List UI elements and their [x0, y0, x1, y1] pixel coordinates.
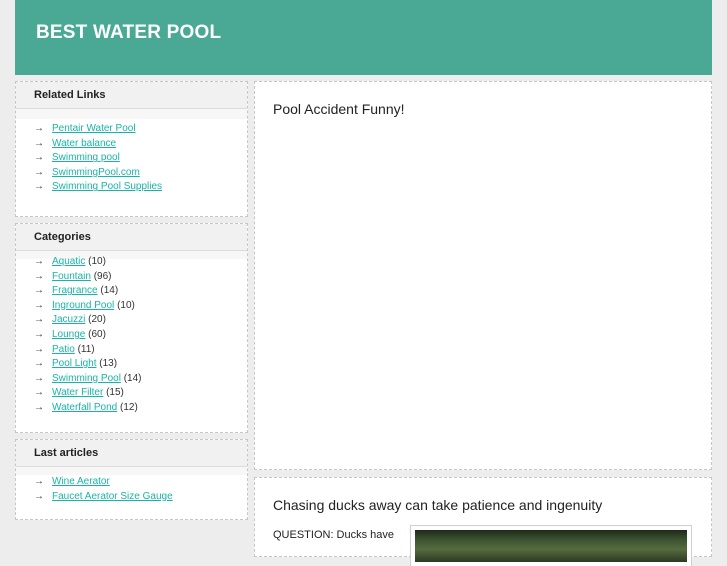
- category-item: → Patio (11): [34, 343, 247, 358]
- related-link[interactable]: Pentair Water Pool: [52, 123, 136, 134]
- category-item: → Pool Light (13): [34, 357, 247, 372]
- arrow-right-icon: →: [34, 181, 44, 193]
- category-count: (15): [106, 387, 124, 399]
- arrow-right-icon: →: [34, 328, 44, 340]
- category-item: → Waterfall Pond (12): [34, 401, 247, 416]
- category-count: (60): [88, 328, 106, 340]
- category-count: (20): [88, 314, 106, 326]
- article-link[interactable]: Wine Aerator: [52, 476, 110, 487]
- list-item: → Faucet Aerator Size Gauge: [34, 490, 247, 505]
- arrow-right-icon: →: [34, 123, 44, 134]
- arrow-right-icon: →: [34, 401, 44, 413]
- list-item: → Swimming Pool Supplies: [34, 180, 247, 195]
- category-count: (12): [120, 401, 138, 413]
- arrow-right-icon: →: [34, 387, 44, 399]
- arrow-right-icon: →: [34, 358, 44, 370]
- category-link[interactable]: Patio: [52, 344, 75, 355]
- list-item: → Water balance: [34, 137, 247, 152]
- category-item: → Fountain (96): [34, 270, 247, 285]
- related-link[interactable]: Water balance: [52, 138, 116, 149]
- category-item: → Lounge (60): [34, 328, 247, 343]
- related-links-heading: Related Links: [16, 82, 247, 109]
- category-count: (96): [93, 270, 112, 282]
- site-header: BEST WATER POOL: [15, 0, 712, 75]
- list-item: → SwimmingPool.com: [34, 166, 247, 181]
- arrow-right-icon: →: [34, 490, 44, 502]
- category-link[interactable]: Inground Pool: [52, 300, 114, 311]
- category-item: → Water Filter (15): [34, 386, 247, 401]
- last-articles-panel: Last articles → Wine Aerator → Faucet Aera…: [15, 439, 248, 520]
- category-link[interactable]: Water Filter: [52, 387, 103, 398]
- related-link[interactable]: Swimming Pool Supplies: [52, 181, 162, 192]
- category-count: (14): [123, 372, 142, 384]
- category-link[interactable]: Waterfall Pond: [52, 402, 117, 413]
- category-link[interactable]: Pool Light: [52, 358, 96, 369]
- category-count: (10): [88, 256, 106, 267]
- post-card: Pool Accident Funny!: [254, 81, 712, 470]
- category-item: → Aquatic (10): [34, 255, 247, 270]
- arrow-right-icon: →: [34, 285, 44, 297]
- category-item: → Jacuzzi (20): [34, 313, 247, 328]
- post-title[interactable]: Chasing ducks away can take patience and…: [273, 497, 602, 513]
- category-count: (11): [77, 343, 95, 355]
- category-link[interactable]: Fountain: [52, 271, 91, 282]
- related-links-panel: Related Links → Pentair Water Pool → Water…: [15, 81, 248, 217]
- arrow-right-icon: →: [34, 476, 44, 487]
- post-excerpt: QUESTION: Ducks have: [273, 529, 395, 541]
- category-item: → Inground Pool (10): [34, 299, 247, 314]
- arrow-right-icon: →: [34, 256, 44, 267]
- category-count: (14): [100, 285, 119, 297]
- arrow-right-icon: →: [34, 314, 44, 326]
- post-image: [411, 526, 691, 566]
- category-item: → Fragrance (14): [34, 284, 247, 299]
- categories-list: → Aquatic (10) → Fountain (96) → Fragrance …: [16, 255, 247, 416]
- category-link[interactable]: Lounge: [52, 329, 85, 340]
- arrow-right-icon: →: [34, 372, 44, 384]
- post-title[interactable]: Pool Accident Funny!: [273, 101, 405, 117]
- categories-panel: Categories → Aquatic (10) → Fountain (96) …: [15, 223, 248, 433]
- category-link[interactable]: Swimming Pool: [52, 373, 121, 384]
- arrow-right-icon: →: [34, 343, 44, 355]
- site-title[interactable]: BEST WATER POOL: [36, 22, 221, 44]
- category-count: (13): [99, 358, 118, 370]
- arrow-right-icon: →: [34, 299, 44, 311]
- category-count: (10): [117, 299, 135, 311]
- arrow-right-icon: →: [34, 166, 44, 178]
- last-articles-list: → Wine Aerator → Faucet Aerator Size Gauge: [16, 475, 247, 504]
- related-link[interactable]: SwimmingPool.com: [52, 167, 140, 178]
- list-item: → Pentair Water Pool: [34, 122, 247, 137]
- arrow-right-icon: →: [34, 152, 44, 164]
- related-link[interactable]: Swimming pool: [52, 152, 120, 163]
- last-articles-heading: Last articles: [16, 440, 247, 467]
- category-link[interactable]: Jacuzzi: [52, 314, 85, 325]
- category-link[interactable]: Aquatic: [52, 256, 85, 267]
- related-links-list: → Pentair Water Pool → Water balance → Swim…: [16, 119, 247, 195]
- post-card: Chasing ducks away can take patience and…: [254, 477, 712, 566]
- category-link[interactable]: Fragrance: [52, 285, 98, 296]
- arrow-right-icon: →: [34, 137, 44, 149]
- arrow-right-icon: →: [34, 270, 44, 282]
- list-item: → Wine Aerator: [34, 475, 247, 490]
- categories-heading: Categories: [16, 224, 247, 251]
- list-item: → Swimming pool: [34, 151, 247, 166]
- category-item: → Swimming Pool (14): [34, 372, 247, 387]
- article-link[interactable]: Faucet Aerator Size Gauge: [52, 491, 173, 502]
